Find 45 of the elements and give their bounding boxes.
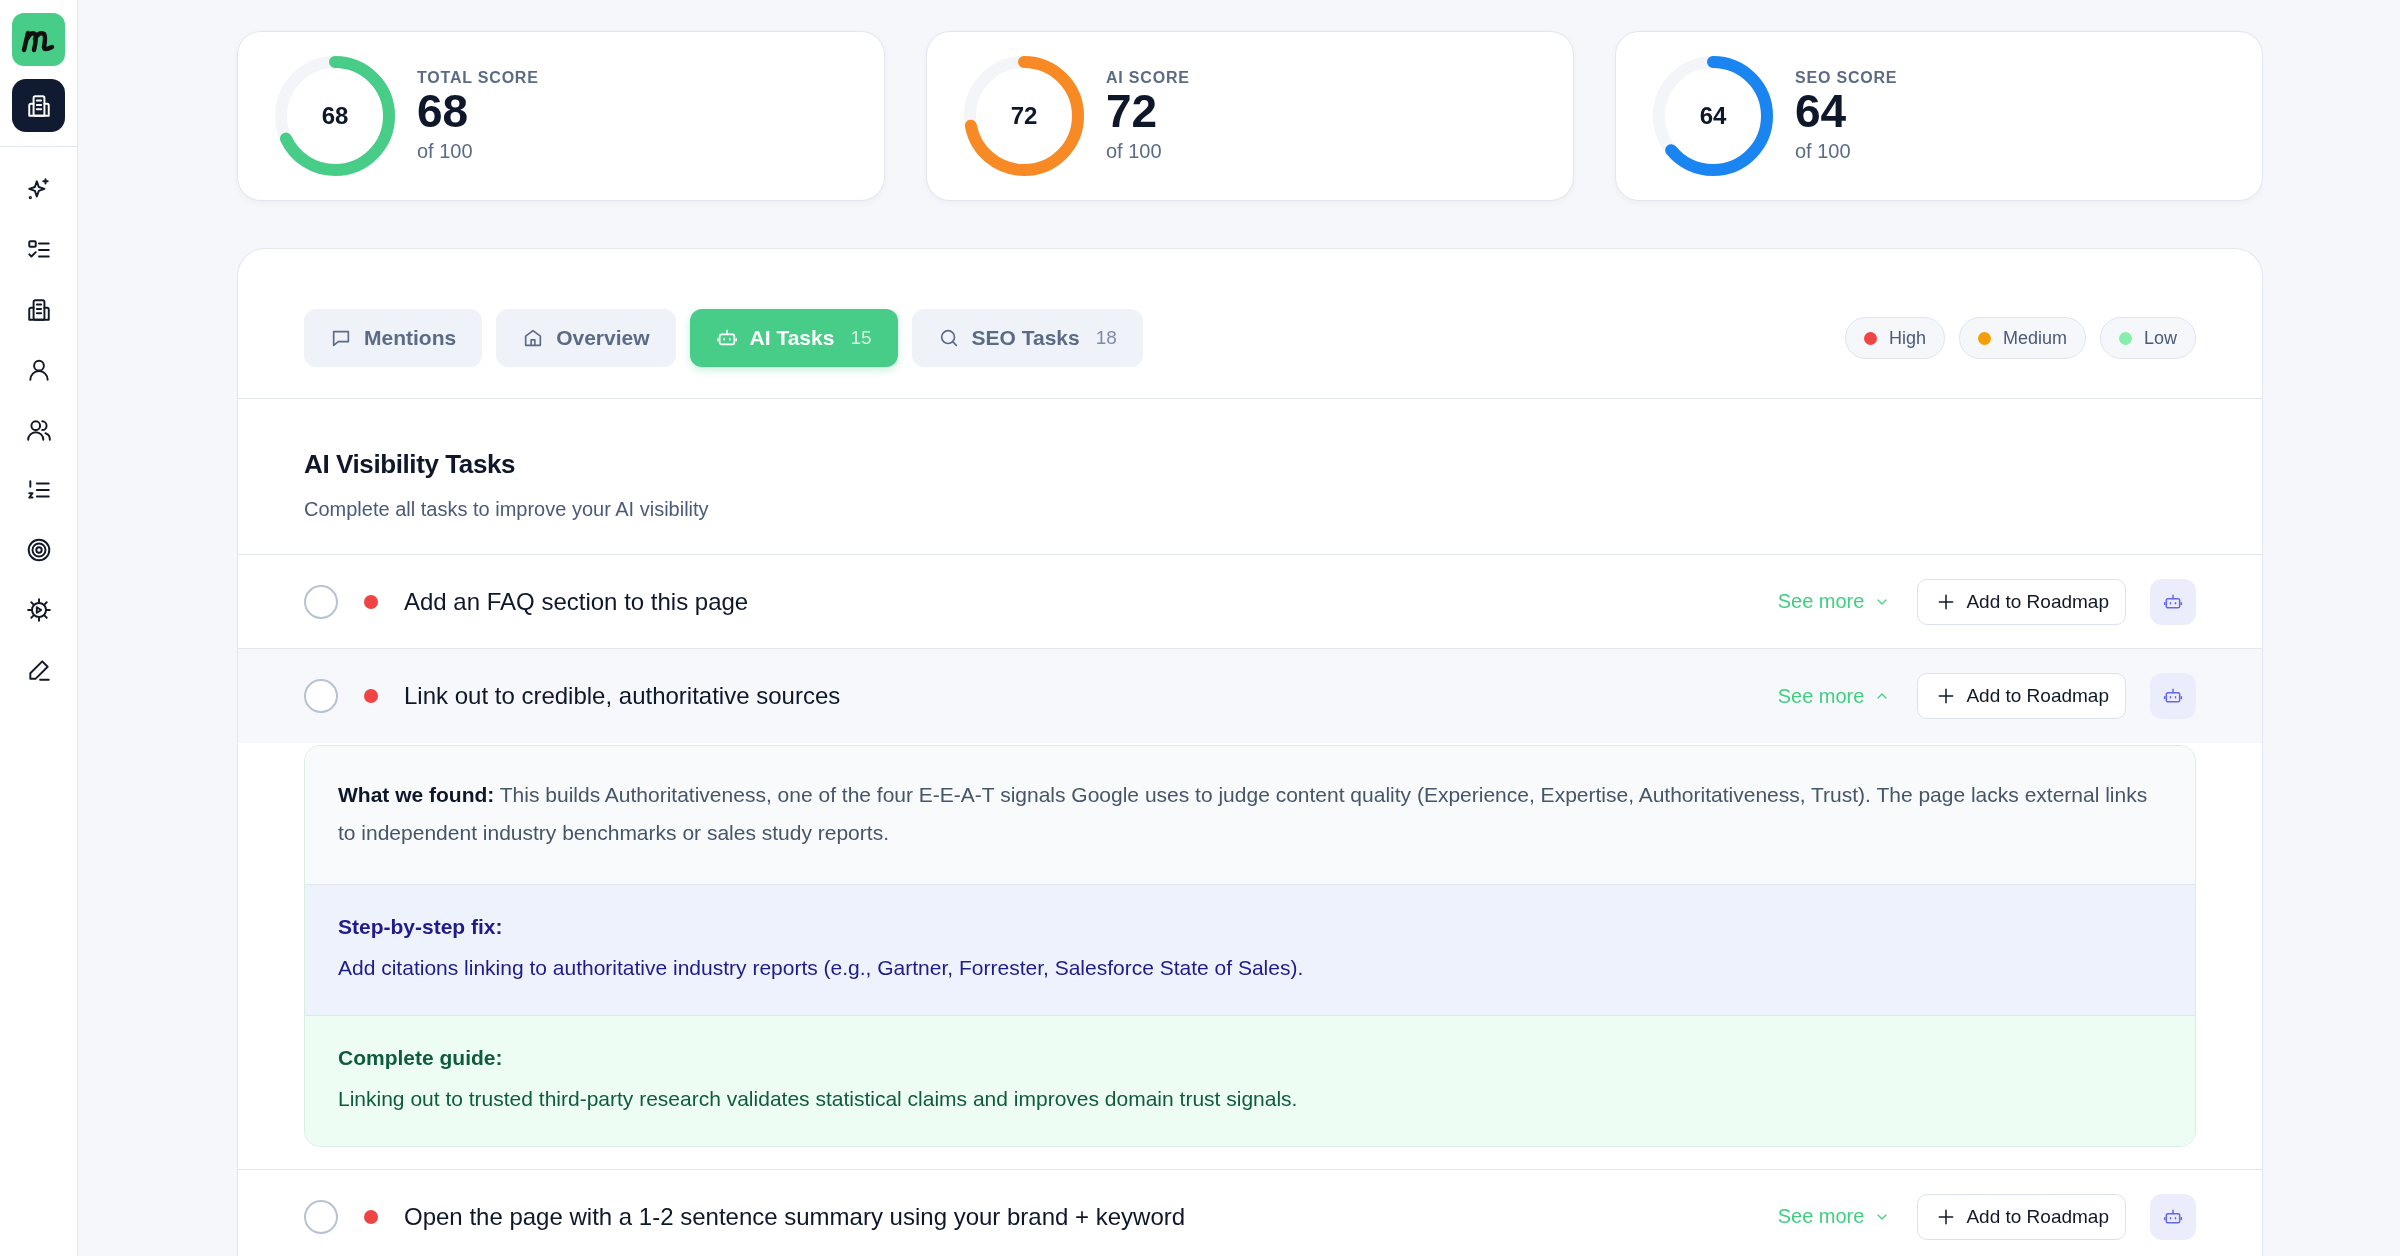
target-icon bbox=[25, 537, 52, 563]
ring-value: 68 bbox=[321, 102, 349, 130]
score-value: 72 bbox=[1106, 87, 1159, 136]
task-checkbox[interactable] bbox=[304, 584, 338, 619]
priority-label: Low bbox=[2143, 327, 2177, 349]
tab[interactable]: SEO Tasks 18 bbox=[911, 309, 1143, 367]
task-title: Open the page with a 1-2 sentence summary using your brand + keyword bbox=[404, 1202, 1187, 1231]
users-icon bbox=[25, 417, 52, 443]
score-label: AI SCORE bbox=[1106, 69, 1190, 88]
score-label: TOTAL SCORE bbox=[417, 69, 539, 88]
task-checkbox[interactable] bbox=[304, 679, 338, 713]
add-to-roadmap-button[interactable]: Add to Roadmap bbox=[1917, 1193, 2126, 1240]
section-subtitle: Complete all tasks to improve your AI visibility bbox=[304, 498, 710, 521]
fix-text: Add citations linking to authoritative industry reports (e.g., Gartner, Forrester, Salesforce State of Sales). bbox=[338, 955, 1305, 981]
robot-icon bbox=[2163, 686, 2183, 706]
score-max: of 100 bbox=[417, 139, 474, 163]
finding-text: What we found: This builds Authoritativeness, one of the four E-E-A-T signals Google uses to judge content quality (Experience, Expertise, Authoritativeness, Trust). The page lacks external links to independent industry benchmarks or sales study reports. bbox=[338, 782, 2149, 846]
score-label: SEO SCORE bbox=[1795, 69, 1898, 88]
gear-icon bbox=[25, 597, 52, 623]
task-title: Link out to credible, authoritative sources bbox=[404, 682, 842, 710]
logo-icon[interactable] bbox=[12, 13, 65, 66]
building-icon bbox=[25, 92, 52, 119]
add-to-roadmap-button[interactable]: Add to Roadmap bbox=[1917, 673, 2126, 719]
ai-assistant-button[interactable] bbox=[2150, 673, 2196, 719]
building-icon bbox=[25, 297, 52, 323]
ring-value: 72 bbox=[1010, 102, 1038, 130]
workspace-button[interactable] bbox=[12, 79, 65, 132]
add-to-roadmap-button[interactable]: Add to Roadmap bbox=[1917, 578, 2126, 625]
priority-label: Medium bbox=[2002, 327, 2067, 349]
section-title: AI Visibility Tasks bbox=[304, 449, 517, 480]
task-title: Add an FAQ section to this page bbox=[404, 587, 750, 616]
ai-assistant-button[interactable] bbox=[2150, 1193, 2196, 1240]
priority-label: High bbox=[1888, 327, 1926, 349]
ai-assistant-button[interactable] bbox=[2150, 578, 2196, 625]
tab[interactable]: Overview bbox=[496, 309, 676, 367]
score-value: 68 bbox=[417, 87, 470, 136]
fix-title: Step-by-step fix: bbox=[338, 915, 504, 939]
guide-text: Linking out to trusted third-party research validates statistical claims and improves domain trust signals. bbox=[338, 1086, 1299, 1112]
score-max: of 100 bbox=[1795, 139, 1852, 163]
guide-title: Complete guide: bbox=[338, 1046, 504, 1070]
ring-value: 64 bbox=[1699, 102, 1727, 130]
task-checkbox[interactable] bbox=[304, 1199, 338, 1234]
score-value: 64 bbox=[1795, 87, 1848, 136]
tab[interactable]: Mentions bbox=[304, 309, 483, 367]
score-max: of 100 bbox=[1106, 139, 1163, 163]
